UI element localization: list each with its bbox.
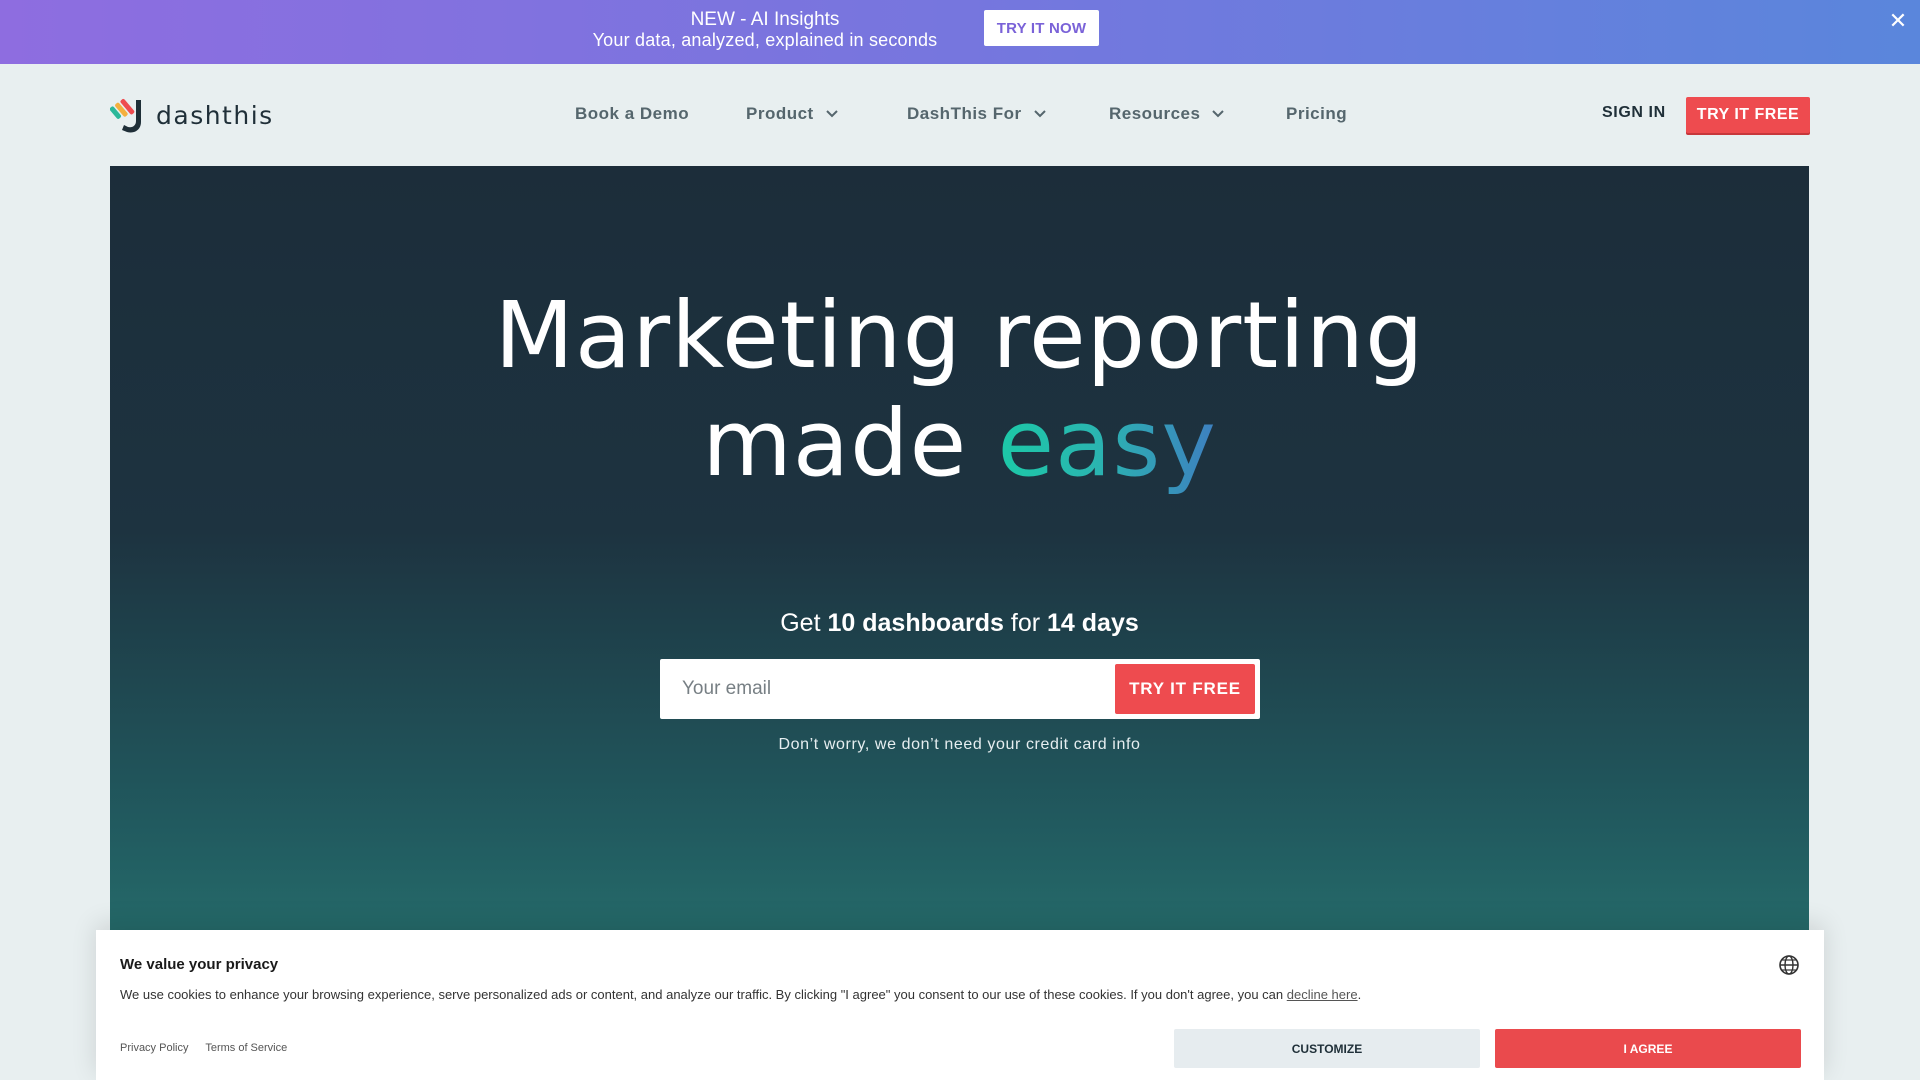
hero-title-line1: Marketing reporting xyxy=(494,282,1425,389)
hero-title-line2: made xyxy=(702,390,998,497)
hero-offer: Get 10 dashboards for 14 days xyxy=(110,609,1809,638)
nav-pricing[interactable]: Pricing xyxy=(1286,104,1347,124)
hero-title-accent: easy xyxy=(997,390,1217,497)
globe-icon[interactable] xyxy=(1778,954,1800,976)
terms-of-service-link[interactable]: Terms of Service xyxy=(205,1042,287,1054)
cookie-text-end: . xyxy=(1357,987,1362,1002)
nav-resources[interactable]: Resources xyxy=(1109,104,1225,124)
privacy-policy-link[interactable]: Privacy Policy xyxy=(120,1042,188,1054)
logo-text: dashthis xyxy=(156,100,274,130)
chevron-down-icon xyxy=(1212,110,1225,118)
decline-link[interactable]: decline here xyxy=(1287,987,1358,1002)
site-header: dashthis Book a Demo Product DashThis Fo… xyxy=(0,64,1920,166)
logo[interactable]: dashthis xyxy=(110,92,274,138)
nav-label: Product xyxy=(746,104,814,123)
nav-label: DashThis For xyxy=(907,104,1022,123)
chevron-down-icon xyxy=(1033,110,1046,118)
cookie-body: We use cookies to enhance your browsing … xyxy=(120,987,1287,1002)
signup-form: TRY IT FREE xyxy=(660,659,1260,719)
try-it-now-button[interactable]: TRY IT NOW xyxy=(984,10,1099,46)
nav-label: Pricing xyxy=(1286,104,1348,123)
i-agree-button[interactable]: I AGREE xyxy=(1495,1029,1801,1068)
cookie-text: We use cookies to enhance your browsing … xyxy=(120,986,1800,1004)
email-field[interactable] xyxy=(660,659,1110,719)
cookie-links: Privacy Policy Terms of Service xyxy=(120,1042,301,1054)
try-it-free-header-button[interactable]: TRY IT FREE xyxy=(1686,97,1810,133)
close-icon[interactable]: ✕ xyxy=(1886,9,1910,33)
offer-days: 14 days xyxy=(1047,609,1139,637)
nav-product[interactable]: Product xyxy=(746,104,838,124)
customize-button[interactable]: CUSTOMIZE xyxy=(1174,1029,1480,1068)
offer-dashboards: 10 dashboards xyxy=(827,609,1004,637)
offer-middle: for xyxy=(1003,609,1048,637)
nav-label: Book a Demo xyxy=(575,104,690,123)
nav-label: Resources xyxy=(1109,104,1201,123)
sign-in-link[interactable]: SIGN IN xyxy=(1602,104,1666,122)
banner-text: NEW - AI Insights Your data, analyzed, e… xyxy=(560,9,970,51)
offer-prefix: Get xyxy=(780,609,828,637)
announcement-banner: NEW - AI Insights Your data, analyzed, e… xyxy=(0,0,1920,64)
hero-title: Marketing reporting made easy xyxy=(110,282,1809,498)
nav-book-demo[interactable]: Book a Demo xyxy=(575,104,689,124)
try-it-free-hero-button[interactable]: TRY IT FREE xyxy=(1115,664,1255,714)
cookie-consent-banner: We value your privacy We use cookies to … xyxy=(96,930,1824,1080)
nav-dashthis-for[interactable]: DashThis For xyxy=(907,104,1046,124)
banner-title: NEW - AI Insights xyxy=(690,9,840,30)
cookie-title: We value your privacy xyxy=(120,956,279,973)
chevron-down-icon xyxy=(826,110,838,118)
credit-card-note: Don’t worry, we don’t need your credit c… xyxy=(778,736,1141,753)
dashthis-logo-icon xyxy=(110,98,141,133)
banner-subtitle: Your data, analyzed, explained in second… xyxy=(592,30,938,50)
